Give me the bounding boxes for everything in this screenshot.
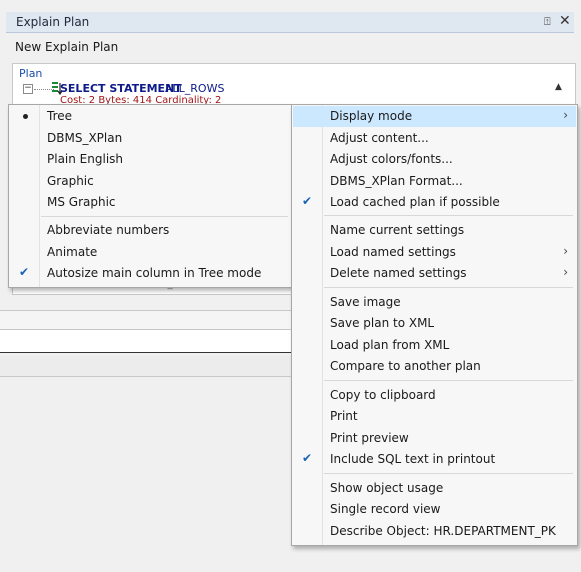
display-mode-item-plain-english[interactable]: Plain English — [10, 149, 291, 170]
menu-item-label: Load cached plan if possible — [330, 195, 500, 209]
menu-item-copy-to-clipboard[interactable]: Copy to clipboard — [293, 385, 576, 406]
optimizer-mode: ALL_ROWS — [165, 82, 225, 95]
menu-item-label: Tree — [47, 109, 73, 123]
menu-item-label: Copy to clipboard — [330, 388, 436, 402]
menu-item-label: Compare to another plan — [330, 359, 481, 373]
menu-item-label: Abbreviate numbers — [47, 223, 170, 237]
sql-panel-footer — [0, 356, 295, 377]
menu-item-load-cached-plan-if-possible[interactable]: ✔ Load cached plan if possible — [293, 192, 576, 213]
sql-panel-toolbar — [0, 310, 295, 330]
context-menu: Display mode › Adjust content... Adjust col… — [291, 104, 578, 546]
menu-item-load-named-settings[interactable]: Load named settings › — [293, 242, 576, 263]
display-mode-item-graphic[interactable]: Graphic — [10, 171, 291, 192]
menu-item-display-mode[interactable]: Display mode › — [293, 106, 576, 127]
panel-title: Explain Plan — [16, 15, 90, 29]
menu-item-label: Autosize main column in Tree mode — [47, 266, 262, 280]
menu-separator — [324, 380, 573, 381]
menu-item-label: Display mode — [330, 109, 413, 123]
menu-item-label: Plain English — [47, 152, 124, 166]
collapse-icon[interactable]: − — [23, 84, 33, 94]
menu-item-label: Delete named settings — [330, 266, 467, 280]
menu-item-print[interactable]: Print — [293, 406, 576, 427]
menu-item-label: Save image — [330, 295, 401, 309]
menu-item-label: Show object usage — [330, 481, 444, 495]
menu-separator — [324, 287, 573, 288]
menu-item-label: MS Graphic — [47, 195, 116, 209]
menu-separator — [324, 473, 573, 474]
menu-item-describe-object-hr-department-pk[interactable]: Describe Object: HR.DEPARTMENT_PK — [293, 521, 576, 542]
menu-item-label: Load plan from XML — [330, 338, 450, 352]
menu-item-single-record-view[interactable]: Single record view — [293, 499, 576, 520]
menu-item-label: Describe Object: HR.DEPARTMENT_PK — [330, 524, 556, 538]
checkmark-icon: ✔ — [302, 451, 313, 465]
menu-item-save-image[interactable]: Save image — [293, 292, 576, 313]
plan-column-header: Plan — [19, 67, 43, 80]
menu-item-save-plan-to-xml[interactable]: Save plan to XML — [293, 313, 576, 334]
menu-item-label: DBMS_XPlan — [47, 131, 123, 145]
menu-item-include-sql-text-in-printout[interactable]: ✔ Include SQL text in printout — [293, 449, 576, 470]
scroll-up-icon[interactable]: ▲ — [555, 82, 562, 92]
menu-item-adjust-colors-fonts[interactable]: Adjust colors/fonts... — [293, 149, 576, 170]
display-mode-item-abbreviate-numbers[interactable]: Abbreviate numbers — [10, 220, 291, 241]
menu-item-label: Animate — [47, 245, 98, 259]
pin-icon[interactable]: ⍐ — [544, 15, 551, 29]
submenu-arrow-icon: › — [563, 244, 568, 258]
checkmark-icon: ✔ — [19, 265, 30, 279]
display-mode-item-tree[interactable]: Tree — [10, 106, 291, 127]
display-mode-item-autosize-main-column-in-tree-mode[interactable]: ✔ Autosize main column in Tree mode — [10, 263, 291, 284]
menu-item-label: Adjust content... — [330, 131, 429, 145]
menu-item-delete-named-settings[interactable]: Delete named settings › — [293, 263, 576, 284]
menu-item-name-current-settings[interactable]: Name current settings — [293, 220, 576, 241]
sql-panel-input[interactable] — [0, 330, 295, 353]
menu-item-label: Adjust colors/fonts... — [330, 152, 453, 166]
display-mode-submenu: Tree DBMS_XPlan Plain English Graphic MS Gra… — [8, 104, 293, 288]
menu-item-label: Single record view — [330, 502, 441, 516]
menu-item-label: Load named settings — [330, 245, 456, 259]
menu-item-dbms-xplan-format[interactable]: DBMS_XPlan Format... — [293, 171, 576, 192]
menu-separator — [41, 216, 288, 217]
menu-item-compare-to-another-plan[interactable]: Compare to another plan — [293, 356, 576, 377]
submenu-arrow-icon: › — [563, 265, 568, 279]
menu-item-load-plan-from-xml[interactable]: Load plan from XML — [293, 335, 576, 356]
display-mode-item-ms-graphic[interactable]: MS Graphic — [10, 192, 291, 213]
menu-item-adjust-content[interactable]: Adjust content... — [293, 128, 576, 149]
menu-item-label: Print — [330, 409, 358, 423]
menu-item-label: Print preview — [330, 431, 409, 445]
menu-item-label: Name current settings — [330, 223, 465, 237]
menu-separator — [324, 215, 573, 216]
menu-item-label: Include SQL text in printout — [330, 452, 496, 466]
menu-item-label: DBMS_XPlan Format... — [330, 174, 463, 188]
menu-item-show-object-usage[interactable]: Show object usage — [293, 478, 576, 499]
statement-name[interactable]: SELECT STATEMENT — [60, 82, 182, 95]
menu-item-label: Save plan to XML — [330, 316, 435, 330]
menu-item-label: Graphic — [47, 174, 94, 188]
panel-titlebar: Explain Plan ⍐ ✕ — [6, 12, 574, 33]
menu-item-print-preview[interactable]: Print preview — [293, 428, 576, 449]
plan-tab-title[interactable]: New Explain Plan — [15, 40, 118, 54]
display-mode-item-animate[interactable]: Animate — [10, 242, 291, 263]
radio-dot-icon — [23, 114, 28, 119]
submenu-arrow-icon: › — [563, 108, 568, 122]
display-mode-item-dbms-xplan[interactable]: DBMS_XPlan — [10, 128, 291, 149]
checkmark-icon: ✔ — [302, 194, 313, 208]
close-icon[interactable]: ✕ — [559, 13, 571, 29]
